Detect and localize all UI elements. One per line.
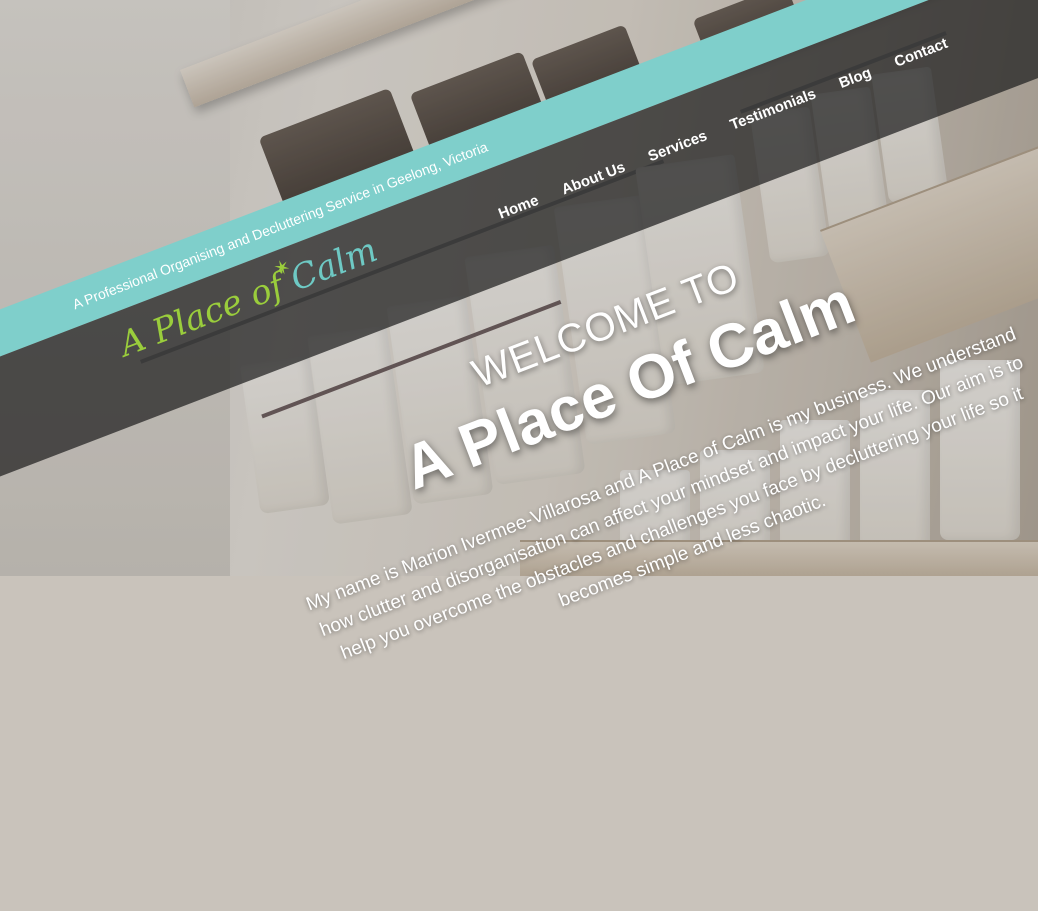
website-frame: A Professional Organising and Declutteri…: [0, 0, 1038, 911]
nav-blog[interactable]: Blog: [837, 64, 874, 92]
logo-text-part2: Calm: [285, 230, 383, 300]
nav-services[interactable]: Services: [646, 127, 710, 165]
nav-contact[interactable]: Contact: [892, 35, 950, 71]
nav-home[interactable]: Home: [496, 192, 541, 223]
nav-testimonials[interactable]: Testimonials: [728, 85, 819, 133]
nav-about-us[interactable]: About Us: [559, 159, 627, 199]
